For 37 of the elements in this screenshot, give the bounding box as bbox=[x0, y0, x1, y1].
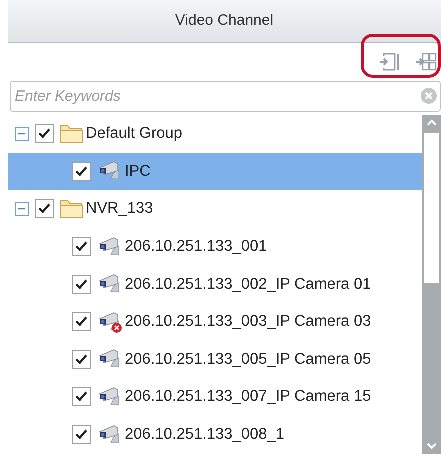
panel-title: Video Channel bbox=[175, 10, 274, 31]
tree-row[interactable]: 206.10.251.133_002_IP Camera 01 bbox=[8, 265, 422, 303]
node-label: NVR_133 bbox=[86, 199, 154, 220]
node-label: 206.10.251.133_002_IP Camera 01 bbox=[125, 274, 372, 295]
import-list-icon[interactable] bbox=[379, 52, 401, 72]
node-label: Default Group bbox=[86, 124, 182, 144]
checkbox[interactable] bbox=[72, 274, 91, 294]
checkbox[interactable] bbox=[72, 237, 91, 256]
collapse-toggle[interactable] bbox=[15, 202, 29, 216]
checkbox[interactable] bbox=[72, 312, 91, 332]
node-label: 206.10.251.133_001 bbox=[125, 236, 268, 257]
node-label: 206.10.251.133_008_1 bbox=[125, 424, 284, 445]
scrollbar-thumb[interactable] bbox=[424, 133, 439, 283]
tree-row[interactable]: 206.10.251.133_005_IP Camera 05 bbox=[8, 340, 422, 378]
tree-row[interactable]: 206.10.251.133_008_1 bbox=[8, 416, 422, 454]
scrollbar[interactable] bbox=[422, 115, 441, 454]
checkbox[interactable] bbox=[72, 350, 91, 369]
node-label: IPC bbox=[125, 162, 151, 182]
tree-row[interactable]: 206.10.251.133_007_IP Camera 15 bbox=[8, 378, 422, 416]
checkbox[interactable] bbox=[72, 425, 91, 444]
checkbox[interactable] bbox=[35, 199, 54, 218]
tree-row[interactable]: 206.10.251.133_003_IP Camera 03 bbox=[8, 302, 422, 341]
folder-icon bbox=[60, 123, 84, 144]
tree-row[interactable]: NVR_133 bbox=[8, 190, 422, 228]
node-label: 206.10.251.133_005_IP Camera 05 bbox=[125, 350, 372, 370]
import-grid-icon[interactable] bbox=[415, 52, 437, 72]
tree-row[interactable]: 206.10.251.133_001 bbox=[8, 228, 422, 266]
search-field[interactable]: Enter Keywords bbox=[10, 81, 441, 112]
checkbox[interactable] bbox=[35, 124, 54, 144]
folder-icon bbox=[60, 198, 84, 220]
tree-row[interactable]: IPC bbox=[8, 152, 422, 190]
node-label: 206.10.251.133_007_IP Camera 15 bbox=[125, 387, 372, 408]
collapse-toggle[interactable] bbox=[15, 126, 29, 141]
checkbox[interactable] bbox=[72, 387, 91, 406]
checkbox[interactable] bbox=[72, 162, 91, 181]
tree-row[interactable]: Default Group bbox=[8, 115, 422, 153]
node-label: 206.10.251.133_003_IP Camera 03 bbox=[125, 312, 372, 332]
